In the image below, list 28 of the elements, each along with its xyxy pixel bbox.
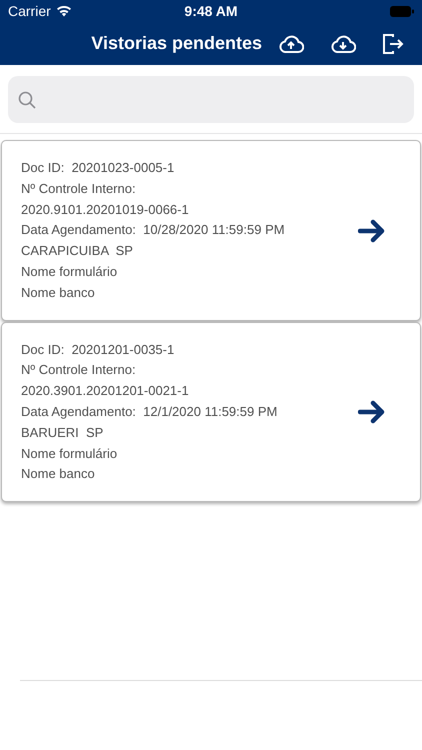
wifi-icon xyxy=(56,5,72,17)
card-text: Data Agendamento: 10/28/2020 11:59:59 PM xyxy=(21,221,286,240)
arrow-right-icon[interactable] xyxy=(358,400,386,424)
search-field[interactable] xyxy=(8,76,414,123)
card-text: Doc ID: 20201023-0005-1 xyxy=(21,159,176,177)
inspection-card[interactable]: Doc ID: 20201201-0035-1 Nº Controle Interno: 2020.3901.20201201-0021-1 Data Agendamento: 12/1/2020 11:59:59 PM BARUERI SP Nome formulário Nome banco xyxy=(1,322,421,502)
arrow-right-icon[interactable] xyxy=(358,218,386,243)
logout-icon[interactable] xyxy=(382,32,404,54)
card-text: Doc ID: 20201201-0035-1 xyxy=(21,340,176,359)
card-text: Nome formulário xyxy=(21,262,118,281)
card-text: BARUERI SP xyxy=(21,424,104,442)
battery-icon xyxy=(390,6,414,16)
card-text: CARAPICUIBA SP xyxy=(21,242,134,260)
screen-title: Vistorias pendentes xyxy=(91,33,262,54)
card-text: Nome banco xyxy=(21,284,96,302)
upload-icon[interactable] xyxy=(278,34,304,54)
card-text: Nº Controle Interno: xyxy=(21,180,137,198)
download-icon[interactable] xyxy=(330,34,356,54)
status-time: 9:48 AM xyxy=(184,3,238,19)
inspection-card[interactable]: Doc ID: 20201023-0005-1 Nº Controle Interno: 2020.9101.20201019-0066-1 Data Agendamento: 10/28/2020 11:59:59 PM CARAPICUIBA SP Nome formulário Nome banco xyxy=(1,140,421,321)
card-text: Nº Controle Interno: xyxy=(21,361,137,380)
card-text: Nome formulário xyxy=(21,444,118,463)
card-text: Nome banco xyxy=(21,465,96,484)
card-text: Data Agendamento: 12/1/2020 11:59:59 PM xyxy=(21,402,278,421)
card-text: 2020.9101.20201019-0066-1 xyxy=(21,200,190,219)
search-icon xyxy=(18,90,36,108)
card-text: 2020.3901.20201201-0021-1 xyxy=(21,382,190,400)
carrier-label: Carrier xyxy=(8,3,51,19)
